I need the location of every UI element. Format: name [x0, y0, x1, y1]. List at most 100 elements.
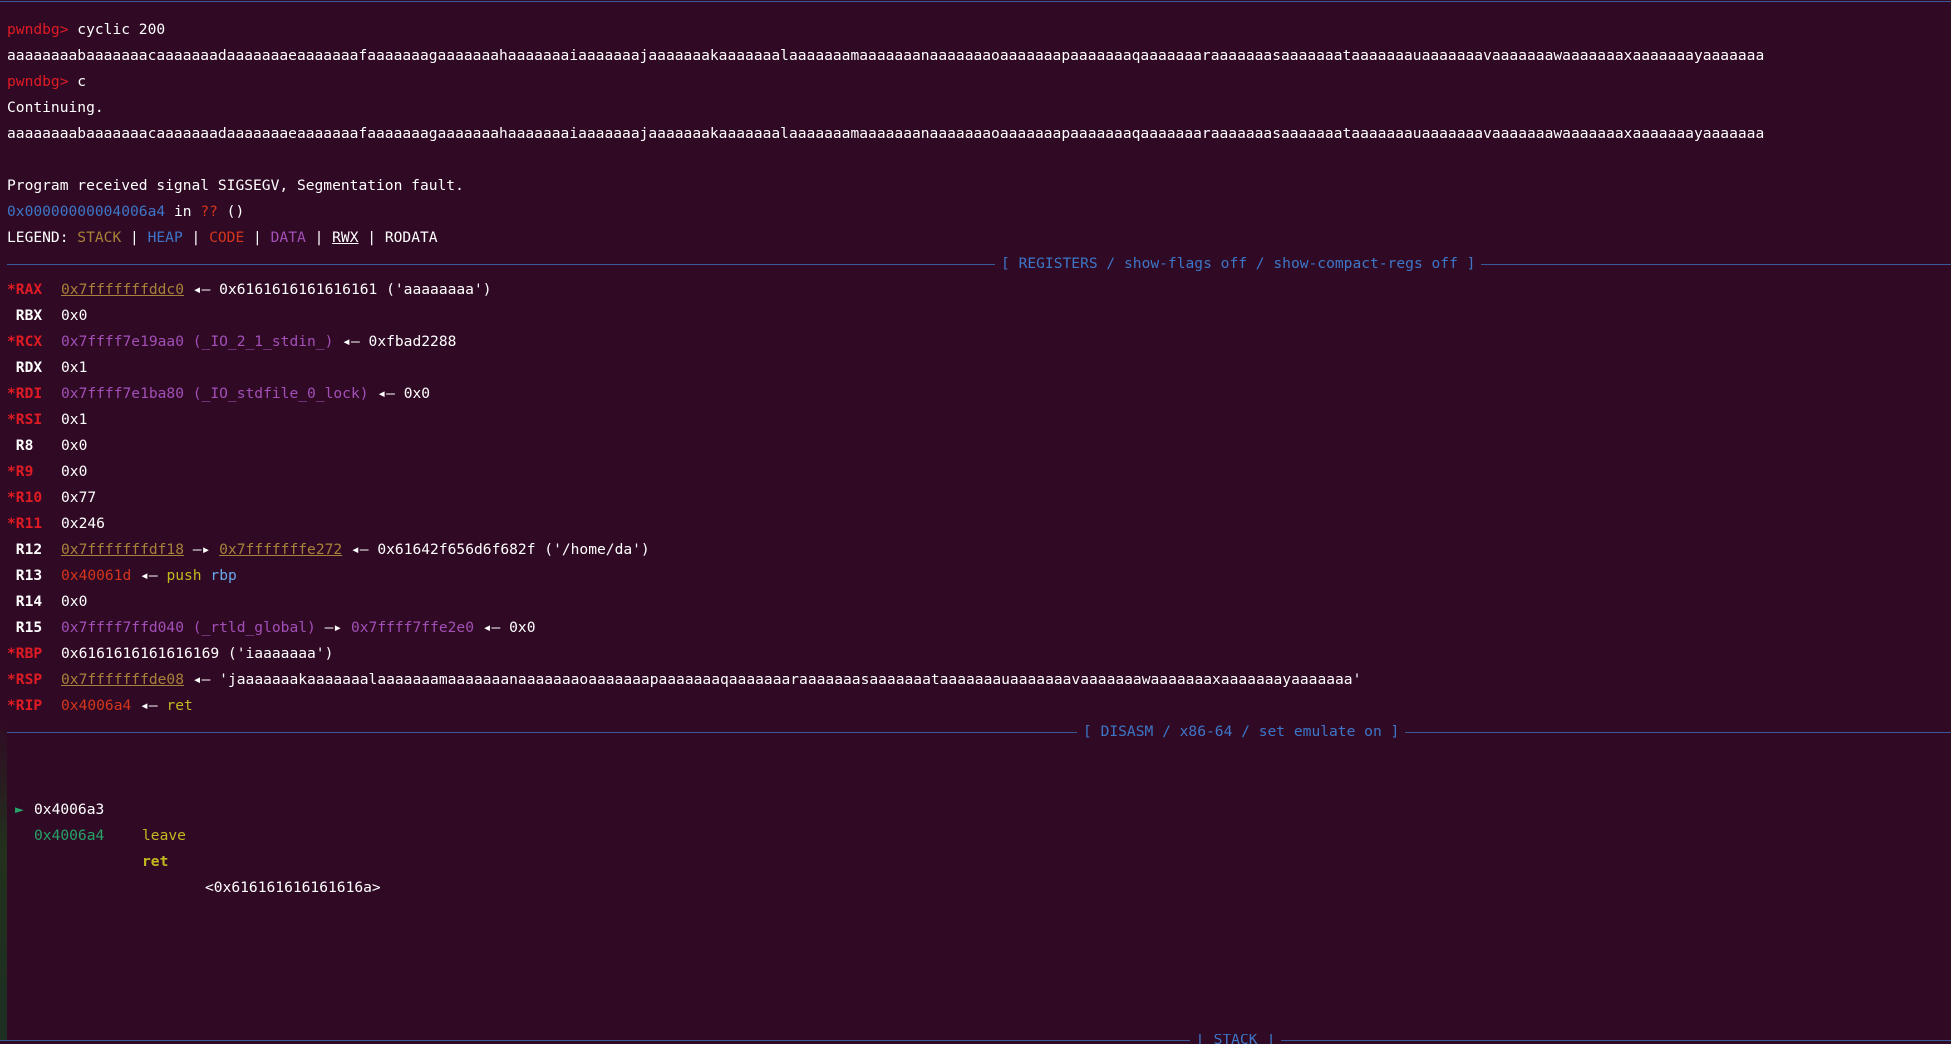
register-pointer: 0x4006a4 — [61, 697, 132, 714]
register-value: 0x0 — [61, 463, 88, 480]
arrow: ◂— — [184, 281, 220, 298]
register-r13: R13 0x40061d ◂— push rbp — [7, 563, 1951, 589]
register-value: 0x0 — [61, 437, 88, 454]
fault-address: 0x00000000004006a4 — [7, 203, 166, 220]
register-rbp: *RBP 0x6161616161616169 ('iaaaaaaa') — [7, 641, 1951, 667]
legend-heap: HEAP — [147, 229, 183, 246]
legend-data: DATA — [270, 229, 306, 246]
output-line: Continuing. — [7, 99, 104, 116]
register-value: 0x246 — [61, 515, 105, 532]
stack-title: [ STACK ] — [1190, 1034, 1282, 1044]
output-line: aaaaaaaabaaaaaaacaaaaaaadaaaaaaaeaaaaaaa… — [7, 47, 1765, 64]
instruction-operands: <0x616161616161616a> — [205, 879, 381, 896]
legend-rwx: RWX — [332, 229, 359, 246]
instruction-mnemonic: ret — [142, 853, 169, 870]
legend-label: LEGEND: — [7, 229, 78, 246]
separator-rule — [7, 732, 1951, 733]
command-text: c — [77, 73, 87, 90]
register-pointer: 0x7fffffffddc0 — [61, 281, 185, 298]
register-name: *RCX — [7, 333, 43, 350]
register-name: *R11 — [7, 515, 43, 532]
legend-sep: | — [358, 229, 385, 246]
register-name: *R9 — [7, 463, 34, 480]
disasm-line: 0x4006a3 leave — [7, 745, 1951, 844]
command-line: pwndbg> c — [7, 69, 1951, 95]
arrow: ◂— — [131, 697, 167, 714]
disasm-line-current: ► 0x4006a4 ret <0x616161616161616a> — [7, 771, 1951, 896]
fault-in: in — [165, 203, 201, 220]
register-name: RBX — [7, 307, 43, 324]
desktop-edge — [0, 720, 7, 1040]
register-name: R12 — [7, 541, 43, 558]
legend-sep: | — [244, 229, 271, 246]
current-instruction-cursor: ► — [15, 801, 24, 818]
terminal-output[interactable]: pwndbg> cyclic 200 aaaaaaaabaaaaaaacaaaa… — [7, 17, 1951, 896]
register-pointer: 0x7fffffffe272 — [219, 541, 343, 558]
command-line: pwndbg> cyclic 200 — [7, 17, 1951, 43]
register-value: 0xfbad2288 — [368, 333, 457, 350]
register-r9: *R9 0x0 — [7, 459, 1951, 485]
register-value: 0x0 — [61, 307, 88, 324]
instruction: ret — [166, 697, 193, 714]
register-r8: R8 0x0 — [7, 433, 1951, 459]
instruction-mnemonic: leave — [142, 827, 186, 844]
register-value: 0x1 — [61, 359, 88, 376]
register-pointer: 0x7ffff7e19aa0 (_IO_2_1_stdin_) — [61, 333, 334, 350]
register-rip: *RIP 0x4006a4 ◂— ret — [7, 693, 1951, 719]
disasm-header: [ DISASM / x86-64 / set emulate on ] — [7, 719, 1951, 745]
register-name: R14 — [7, 593, 43, 610]
signal-message: Program received signal SIGSEGV, Segment… — [7, 177, 464, 194]
legend-rodata: RODATA — [384, 229, 438, 246]
register-rax: *RAX 0x7fffffffddc0 ◂— 0x6161616161616161… — [7, 277, 1951, 303]
register-name: *RBP — [7, 645, 43, 662]
legend: LEGEND: STACK | HEAP | CODE | DATA | RWX… — [7, 225, 1951, 251]
register-name: R15 — [7, 619, 43, 636]
output-line: aaaaaaaabaaaaaaacaaaaaaadaaaaaaaeaaaaaaa… — [7, 125, 1765, 142]
register-name: *RDI — [7, 385, 43, 402]
register-r14: R14 0x0 — [7, 589, 1951, 615]
arrow: —▸ — [315, 619, 351, 636]
register-rdx: RDX 0x1 — [7, 355, 1951, 381]
register-rsp: *RSP 0x7fffffffde08 ◂— 'jaaaaaaakaaaaaaal… — [7, 667, 1951, 693]
register-rdi: *RDI 0x7ffff7e1ba80 (_IO_stdfile_0_lock) … — [7, 381, 1951, 407]
fault-func: ?? — [200, 203, 218, 220]
register-name: R8 — [7, 437, 34, 454]
register-value: 0x0 — [509, 619, 536, 636]
prompt: pwndbg> — [7, 21, 78, 38]
arrow: ◂— — [131, 567, 167, 584]
legend-stack: STACK — [77, 229, 122, 246]
register-pointer: 0x7ffff7ffd040 (_rtld_global) — [61, 619, 316, 636]
register-name: *R10 — [7, 489, 43, 506]
register-pointer: 0x7ffff7ffe2e0 — [350, 619, 474, 636]
register-value: 0x0 — [403, 385, 431, 402]
fault-location: 0x00000000004006a4 in ?? () — [7, 199, 1951, 225]
register-value: 0x6161616161616169 ('iaaaaaaa') — [61, 645, 334, 662]
instruction: push — [166, 567, 202, 584]
register-pointer: 0x7ffff7e1ba80 (_IO_stdfile_0_lock) — [61, 385, 369, 402]
register-r11: *R11 0x246 — [7, 511, 1951, 537]
register-value: 0x1 — [61, 411, 88, 428]
registers-title: [ REGISTERS / show-flags off / show-comp… — [995, 251, 1482, 277]
legend-sep: | — [121, 229, 148, 246]
register-name: *RIP — [7, 697, 43, 714]
register-value: 0x61642f656d6f682f ('/home/da') — [377, 541, 650, 558]
register-pointer: 0x7fffffffdf18 — [61, 541, 185, 558]
legend-code: CODE — [209, 229, 245, 246]
arrow: ◂— — [368, 385, 404, 402]
arrow: ◂— — [333, 333, 369, 350]
register-value: 'jaaaaaaakaaaaaaalaaaaaaamaaaaaaanaaaaaa… — [219, 671, 1362, 688]
legend-sep: | — [305, 229, 333, 246]
register-name: *RSP — [7, 671, 43, 688]
arrow: —▸ — [184, 541, 220, 558]
register-name: *RSI — [7, 411, 43, 428]
register-name: *RAX — [7, 281, 43, 298]
stack-separator — [0, 1040, 1951, 1041]
arrow: ◂— — [184, 671, 220, 688]
register-rbx: RBX 0x0 — [7, 303, 1951, 329]
fault-args: () — [217, 203, 245, 220]
register-value: 0x77 — [61, 489, 97, 506]
instruction-address: 0x4006a3 — [34, 801, 105, 818]
register-r12: R12 0x7fffffffdf18 —▸ 0x7fffffffe272 ◂— 0… — [7, 537, 1951, 563]
disasm-title: [ DISASM / x86-64 / set emulate on ] — [1077, 719, 1406, 745]
